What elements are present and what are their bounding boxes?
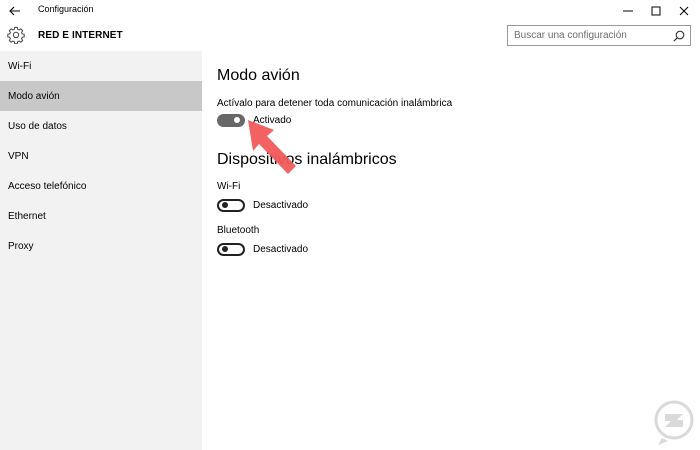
airplane-mode-heading: Modo avión xyxy=(217,67,300,84)
bluetooth-label: Bluetooth xyxy=(217,225,260,236)
sidebar-item-label: Acceso telefónico xyxy=(8,180,87,192)
minimize-button[interactable] xyxy=(614,0,642,21)
sidebar-item-label: Proxy xyxy=(8,240,34,252)
sidebar-item-wifi[interactable]: Wi-Fi xyxy=(0,51,202,81)
sidebar: Wi-Fi Modo avión Uso de datos VPN Acceso… xyxy=(0,51,202,450)
gear-icon xyxy=(7,26,25,44)
section-title: RED E INTERNET xyxy=(38,30,123,41)
sidebar-item-label: Modo avión xyxy=(8,90,60,102)
sidebar-item-label: Ethernet xyxy=(8,210,46,222)
search-icon[interactable] xyxy=(673,30,685,42)
bluetooth-toggle-row: Desactivado xyxy=(217,242,308,256)
annotation-arrow-icon xyxy=(248,120,296,174)
sidebar-item-label: Uso de datos xyxy=(8,120,67,132)
search-input[interactable] xyxy=(508,26,668,45)
bluetooth-toggle[interactable] xyxy=(217,242,245,256)
airplane-mode-toggle[interactable] xyxy=(217,113,245,127)
toggle-knob xyxy=(222,246,228,252)
maximize-button[interactable] xyxy=(642,0,670,21)
sidebar-item-label: Wi-Fi xyxy=(8,60,32,72)
toggle-knob xyxy=(222,202,228,208)
back-arrow-icon xyxy=(9,6,20,15)
wifi-state: Desactivado xyxy=(253,199,309,211)
sidebar-item-airplane-mode[interactable]: Modo avión xyxy=(0,81,202,111)
wifi-label: Wi-Fi xyxy=(217,181,241,192)
close-button[interactable] xyxy=(670,0,698,21)
main-content: Modo avión Actívalo para detener toda co… xyxy=(202,51,700,450)
close-icon xyxy=(679,6,689,15)
toggle-knob xyxy=(234,117,240,123)
window-title: Configuración xyxy=(38,4,94,14)
sidebar-item-dial-up[interactable]: Acceso telefónico xyxy=(0,171,202,201)
sidebar-item-data-usage[interactable]: Uso de datos xyxy=(0,111,202,141)
wifi-toggle[interactable] xyxy=(217,198,245,212)
wireless-devices-heading: Dispositivos inalámbricos xyxy=(217,151,397,168)
sidebar-item-ethernet[interactable]: Ethernet xyxy=(0,201,202,231)
maximize-icon xyxy=(651,6,661,15)
settings-header: RED E INTERNET xyxy=(0,21,700,51)
back-button[interactable] xyxy=(4,2,26,19)
bluetooth-state: Desactivado xyxy=(253,243,309,255)
minimize-icon xyxy=(623,10,633,11)
sidebar-item-vpn[interactable]: VPN xyxy=(0,141,202,171)
wifi-toggle-row: Desactivado xyxy=(217,198,308,212)
sidebar-item-proxy[interactable]: Proxy xyxy=(0,231,202,261)
airplane-mode-description: Actívalo para detener toda comunicación … xyxy=(217,98,453,109)
sidebar-item-label: VPN xyxy=(8,150,29,162)
watermark-logo-icon xyxy=(654,400,694,445)
title-bar: Configuración xyxy=(0,0,700,21)
search-box[interactable] xyxy=(507,25,691,46)
